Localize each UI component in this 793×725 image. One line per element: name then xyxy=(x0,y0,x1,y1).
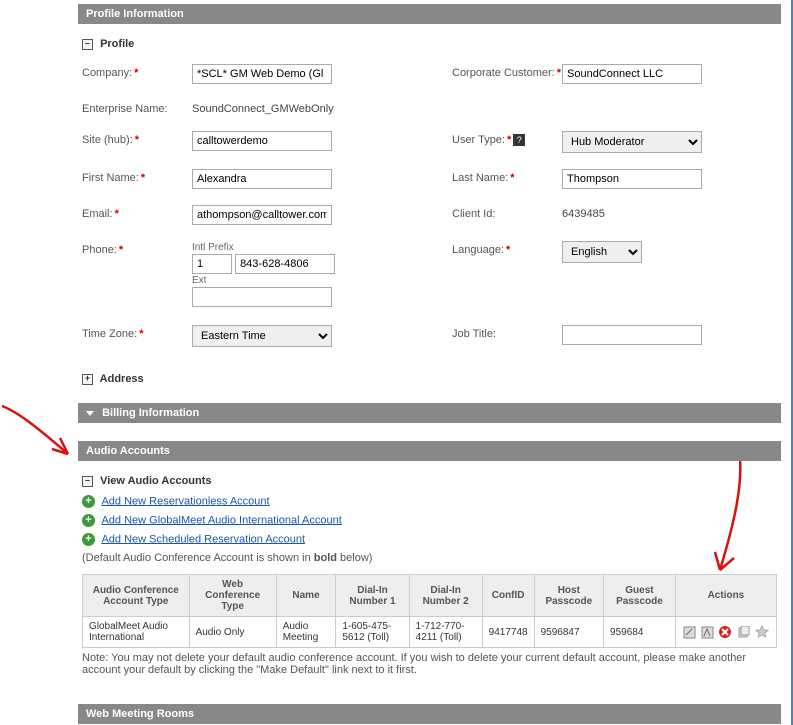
view-audio-title: View Audio Accounts xyxy=(100,475,211,487)
table-row: GlobalMeet Audio International Audio Onl… xyxy=(83,617,777,648)
th-web-type: Web Conference Type xyxy=(189,575,276,617)
add-globalmeet-link[interactable]: Add New GlobalMeet Audio International A… xyxy=(101,514,341,526)
th-dial1: Dial-In Number 1 xyxy=(336,575,409,617)
language-label: Language: xyxy=(452,244,504,256)
delete-icon[interactable] xyxy=(718,625,732,639)
th-dial2: Dial-In Number 2 xyxy=(409,575,482,617)
plus-icon: + xyxy=(82,495,95,508)
company-input[interactable] xyxy=(192,64,332,84)
email-input[interactable] xyxy=(192,205,332,225)
client-id-label: Client Id: xyxy=(452,208,495,220)
plus-icon: + xyxy=(82,533,95,546)
enterprise-name-value: SoundConnect_GMWebOnly xyxy=(192,100,452,115)
section-billing[interactable]: Billing Information xyxy=(78,403,781,423)
user-type-label: User Type: xyxy=(452,134,505,146)
enterprise-name-label: Enterprise Name: xyxy=(82,103,168,115)
collapse-icon[interactable]: – xyxy=(82,39,93,50)
language-select[interactable]: English xyxy=(562,241,642,263)
job-title-label: Job Title: xyxy=(452,328,496,340)
th-guest: Guest Passcode xyxy=(604,575,676,617)
first-name-label: First Name: xyxy=(82,172,139,184)
corp-customer-label: Corporate Customer: xyxy=(452,67,555,79)
copy-icon[interactable] xyxy=(737,626,750,639)
intl-prefix-input[interactable] xyxy=(192,254,232,274)
section-audio: Audio Accounts xyxy=(78,441,781,461)
ext-input[interactable] xyxy=(192,287,332,307)
audio-footer-note: Note: You may not delete your default au… xyxy=(82,652,777,676)
last-name-input[interactable] xyxy=(562,169,702,189)
address-subtitle: Address xyxy=(100,373,144,385)
th-host: Host Passcode xyxy=(534,575,603,617)
intl-prefix-label: Intl Prefix xyxy=(192,242,452,253)
section-web: Web Meeting Rooms xyxy=(78,704,781,724)
corp-customer-input[interactable] xyxy=(562,64,702,84)
audio-accounts-table: Audio Conference Account Type Web Confer… xyxy=(82,574,777,648)
send-icon[interactable] xyxy=(701,626,714,639)
profile-subtitle: Profile xyxy=(100,38,134,50)
cell-dial2: 1-712-770-4211 (Toll) xyxy=(409,617,482,648)
cell-web-type: Audio Only xyxy=(189,617,276,648)
cell-confid: 9417748 xyxy=(482,617,534,648)
email-label: Email: xyxy=(82,208,113,220)
phone-label: Phone: xyxy=(82,244,117,256)
user-type-select[interactable]: Hub Moderator xyxy=(562,131,702,153)
edit-icon[interactable] xyxy=(683,626,696,639)
section-profile-info: Profile Information xyxy=(78,4,781,24)
last-name-label: Last Name: xyxy=(452,172,508,184)
expand-icon[interactable]: + xyxy=(82,374,93,385)
timezone-label: Time Zone: xyxy=(82,328,137,340)
default-note-bold: bold xyxy=(314,552,337,564)
add-scheduled-link[interactable]: Add New Scheduled Reservation Account xyxy=(101,533,305,545)
cell-dial1: 1-605-475-5612 (Toll) xyxy=(336,617,409,648)
th-name: Name xyxy=(276,575,336,617)
timezone-select[interactable]: Eastern Time xyxy=(192,325,332,347)
help-icon[interactable]: ? xyxy=(513,134,525,146)
default-note-pre: (Default Audio Conference Account is sho… xyxy=(82,552,314,564)
cell-name: Audio Meeting xyxy=(276,617,336,648)
add-reservationless-link[interactable]: Add New Reservationless Account xyxy=(101,495,269,507)
collapse-icon[interactable]: – xyxy=(82,476,93,487)
plus-icon: + xyxy=(82,514,95,527)
phone-input[interactable] xyxy=(235,254,335,274)
th-confid: ConfID xyxy=(482,575,534,617)
first-name-input[interactable] xyxy=(192,169,332,189)
client-id-value: 6439485 xyxy=(562,205,772,220)
star-icon[interactable] xyxy=(755,625,769,639)
th-acct-type: Audio Conference Account Type xyxy=(83,575,190,617)
job-title-input[interactable] xyxy=(562,325,702,345)
cell-acct-type: GlobalMeet Audio International xyxy=(83,617,190,648)
chevron-down-icon xyxy=(86,411,94,416)
cell-guest: 959684 xyxy=(604,617,676,648)
company-label: Company: xyxy=(82,67,132,79)
th-actions: Actions xyxy=(675,575,776,617)
site-label: Site (hub): xyxy=(82,134,133,146)
site-input[interactable] xyxy=(192,131,332,151)
cell-host: 9596847 xyxy=(534,617,603,648)
ext-label: Ext xyxy=(192,275,452,286)
default-note-post: below) xyxy=(337,552,372,564)
